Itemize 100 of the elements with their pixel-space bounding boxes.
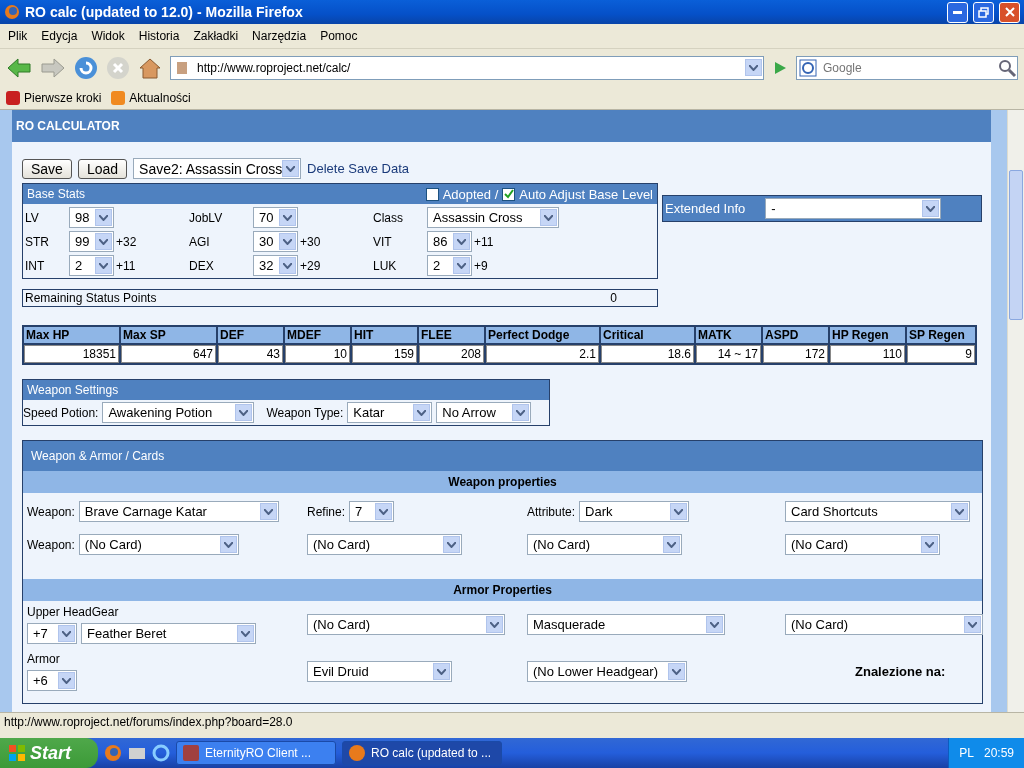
dropdown[interactable]: (No Card) <box>307 534 462 555</box>
caret-icon <box>922 200 940 217</box>
dropdown[interactable]: +6 <box>27 670 77 691</box>
menu-item[interactable]: Zakładki <box>193 29 239 43</box>
caret-icon <box>413 404 431 421</box>
caret-icon <box>95 233 112 250</box>
column-header: HP Regen <box>830 327 905 343</box>
caret-icon <box>375 503 393 520</box>
caret-icon <box>282 160 300 177</box>
bookmark-link[interactable]: Aktualności <box>111 90 191 105</box>
stat-label: DEX <box>189 258 215 273</box>
scrollbar[interactable] <box>1007 110 1024 712</box>
column-header: Perfect Dodge <box>486 327 599 343</box>
dropdown[interactable]: Assassin Cross <box>427 207 559 228</box>
search-icon[interactable] <box>997 57 1017 78</box>
panel-title: Weapon & Armor / Cards <box>31 449 165 463</box>
go-icon[interactable] <box>772 59 788 76</box>
caret-icon <box>951 503 968 520</box>
field-label: Armor <box>27 652 61 666</box>
dropdown[interactable]: (No Card) <box>78 534 239 555</box>
caret-icon <box>95 209 112 226</box>
clock: 20:59 <box>983 746 1014 760</box>
back-icon[interactable] <box>6 56 32 79</box>
menu-item[interactable]: Historia <box>138 29 180 43</box>
dropdown[interactable]: Card Shortcuts <box>785 501 970 522</box>
dropdown[interactable]: 70 <box>253 207 298 228</box>
dropdown[interactable]: (No Card) <box>307 614 505 635</box>
taskbar-button[interactable]: EternityRO Client ... <box>176 741 336 765</box>
stat-label: LUK <box>373 258 398 273</box>
bookmark-icon <box>6 90 20 105</box>
column-header: FLEE <box>419 327 484 343</box>
stat-bonus: +9 <box>474 258 488 273</box>
close-button[interactable] <box>999 1 1020 23</box>
stat-label: VIT <box>373 234 393 249</box>
reload-icon[interactable] <box>74 55 98 80</box>
minimize-button[interactable] <box>947 1 968 23</box>
dropdown[interactable]: Brave Carnage Katar <box>78 501 279 522</box>
dropdown[interactable]: +7 <box>27 623 77 644</box>
dropdown[interactable]: 98 <box>69 207 114 228</box>
caret-icon <box>219 536 237 553</box>
dropdown[interactable]: 32 <box>253 255 298 276</box>
menu-item[interactable]: Widok <box>91 29 125 43</box>
section-header: Armor Properties <box>23 579 982 601</box>
browser-icon <box>4 4 20 20</box>
checkbox[interactable] <box>425 187 439 201</box>
caret-icon <box>433 663 450 680</box>
dropdown[interactable]: No Arrow <box>436 402 532 423</box>
stat-bonus: +11 <box>474 234 494 249</box>
dropdown[interactable]: 30 <box>253 231 298 252</box>
dropdown[interactable]: Dark <box>579 501 690 522</box>
table-cell: 18351 <box>24 345 119 363</box>
dropdown[interactable]: (No Card) <box>785 614 983 635</box>
search-field[interactable]: Google <box>821 59 993 76</box>
dropdown[interactable]: (No Lower Headgear) <box>527 661 687 682</box>
save-load-button[interactable]: Load <box>77 158 128 179</box>
dropdown[interactable]: 2 <box>69 255 114 276</box>
menu-item[interactable]: Pomoc <box>320 29 358 43</box>
checkbox[interactable] <box>502 187 516 201</box>
dropdown[interactable]: Katar <box>347 402 433 423</box>
table-cell: 2.1 <box>486 345 599 363</box>
restore-button[interactable] <box>973 1 994 23</box>
url-field[interactable]: http://www.roproject.net/calc/ <box>195 59 739 76</box>
dropdown[interactable]: (No Card) <box>785 534 940 555</box>
status-bar-text: http://www.roproject.net/forums/index.php?board=28.0 <box>0 712 1024 730</box>
table-cell: 647 <box>121 345 216 363</box>
dropdown[interactable]: 86 <box>427 231 472 252</box>
dropdown[interactable]: Awakening Potion <box>102 402 255 423</box>
address-bar[interactable]: http://www.roproject.net/calc/ <box>170 55 764 80</box>
browser-icon[interactable] <box>104 744 122 762</box>
language-indicator[interactable]: PL <box>959 746 974 760</box>
stat-bonus: +30 <box>300 234 321 249</box>
caret-icon <box>58 672 75 689</box>
dropdown[interactable]: 2 <box>427 255 472 276</box>
dropdown[interactable]: 7 <box>349 501 395 522</box>
windows-logo-icon <box>8 744 26 762</box>
section-header: Weapon properties <box>23 471 982 493</box>
menu-item[interactable]: Plik <box>8 29 28 43</box>
search-engine-icon <box>799 58 817 77</box>
stat-label: STR <box>25 234 50 249</box>
window-title: RO calc (updated to 12.0) - Mozilla Firefox <box>25 4 304 20</box>
caret-icon <box>964 616 981 633</box>
search-bar[interactable]: Google <box>796 55 1018 80</box>
dropdown[interactable]: - <box>765 198 942 219</box>
dropdown[interactable]: (No Card) <box>527 534 682 555</box>
bookmark-link[interactable]: Pierwsze kroki <box>6 90 102 105</box>
field-label: Weapon: <box>27 537 75 552</box>
dropdown[interactable]: 99 <box>69 231 114 252</box>
menu-item[interactable]: Narzędzia <box>252 29 307 43</box>
menu-item[interactable]: Edycja <box>41 29 78 43</box>
dropdown[interactable]: Masquerade <box>527 614 725 635</box>
dropdown[interactable]: Feather Beret <box>81 623 256 644</box>
delete-link[interactable]: Delete Save Data <box>307 161 409 176</box>
taskbar-button[interactable]: RO calc (updated to ... <box>342 741 502 765</box>
dropdown[interactable]: Save2: Assassin Cross <box>133 158 302 179</box>
column-header: ASPD <box>763 327 828 343</box>
field-label: Speed Potion: <box>23 405 99 420</box>
dropdown[interactable]: Evil Druid <box>307 661 452 682</box>
column-header: Critical <box>601 327 694 343</box>
stat-label: Class <box>373 210 404 225</box>
save-load-button[interactable]: Save <box>22 158 72 179</box>
